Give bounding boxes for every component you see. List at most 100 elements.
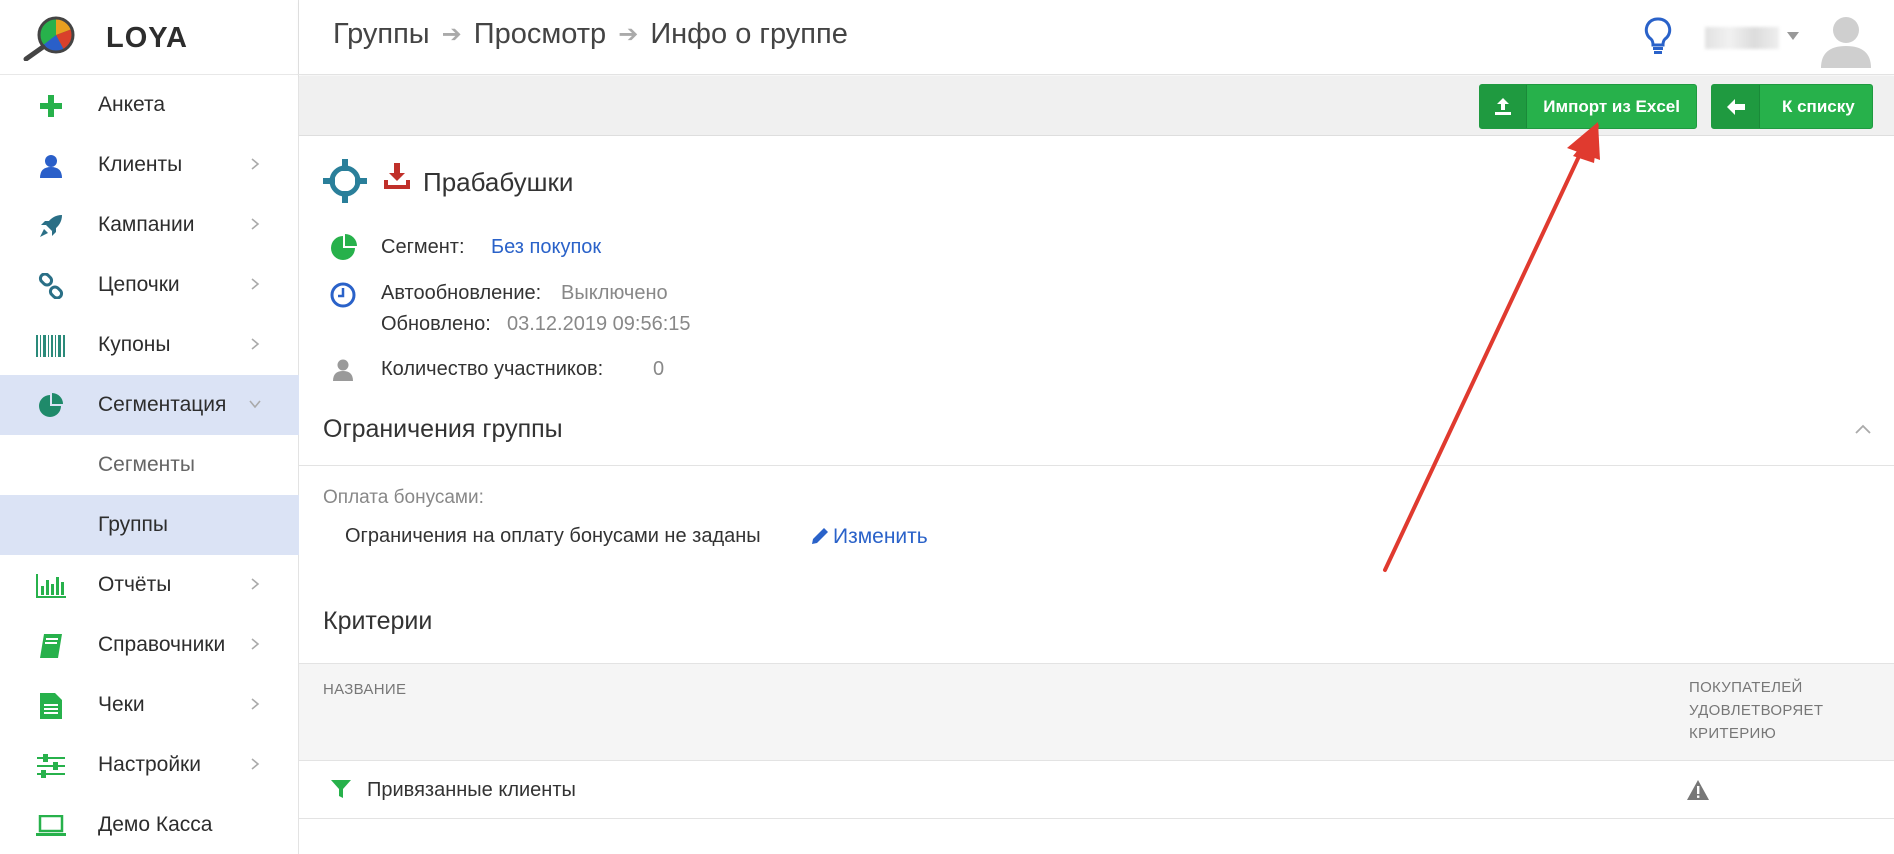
group-name: Прабабушки (423, 167, 574, 197)
logo-text: LOYA (106, 22, 188, 54)
column-header-name[interactable]: НАЗВАНИЕ (323, 678, 406, 701)
sidebar-item-label: Кампании (98, 213, 195, 236)
sidebar-item-reports[interactable]: Отчёты (0, 555, 299, 615)
edit-label: Изменить (833, 525, 928, 548)
user-icon (36, 153, 66, 179)
toolbar: Импорт из Excel К списку (299, 76, 1894, 136)
pencil-icon (812, 528, 828, 544)
caret-down-icon[interactable] (1787, 32, 1799, 40)
sidebar-item-clients[interactable]: Клиенты (0, 135, 299, 195)
chevron-up-icon[interactable] (1854, 423, 1872, 435)
logo-icon (23, 16, 75, 61)
sidebar-item-label: Анкета (98, 93, 166, 116)
breadcrumb: Группы ➔ Просмотр ➔ Инфо о группе (333, 18, 848, 51)
members-label: Количество участников: (381, 358, 604, 380)
user-icon (333, 359, 353, 381)
chevron-right-icon (251, 158, 260, 170)
column-header-buyers[interactable]: ПОКУПАТЕЛЕЙ УДОВЛЕТВОРЯЕТ КРИТЕРИЮ (1689, 676, 1823, 745)
column-header-buyers-line: УДОВЛЕТВОРЯЕТ (1689, 702, 1824, 719)
autoupdate-label: Автообновление: (381, 282, 542, 304)
sidebar-item-demo-pos[interactable]: Демо Касса (0, 795, 299, 854)
sliders-icon (36, 753, 66, 779)
chevron-right-icon (251, 338, 260, 350)
plus-icon (36, 93, 66, 119)
sidebar-item-label: Цепочки (98, 273, 180, 296)
sidebar-item-anketa[interactable]: Анкета (0, 75, 299, 135)
criterion-name: Привязанные клиенты (367, 779, 576, 801)
criteria-title: Критерии (323, 607, 433, 635)
sidebar-item-settings[interactable]: Настройки (0, 735, 299, 795)
chevron-right-icon (251, 638, 260, 650)
segment-link[interactable]: Без покупок (491, 236, 601, 259)
rocket-icon (36, 213, 66, 239)
members-value: 0 (653, 358, 665, 380)
sidebar-item-label: Сегментация (98, 393, 227, 416)
bonus-label: Оплата бонусами: (323, 487, 484, 508)
sidebar-item-coupons[interactable]: Купоны (0, 315, 299, 375)
pie-chart-icon (36, 393, 66, 419)
book-icon (36, 633, 66, 659)
download-icon[interactable] (383, 163, 411, 191)
sidebar-item-label: Демо Касса (98, 813, 213, 836)
bar-chart-icon (36, 573, 66, 599)
chevron-right-icon (251, 578, 260, 590)
arrow-right-icon: ➔ (441, 21, 462, 48)
pie-chart-icon (331, 234, 357, 260)
user-name-blurred[interactable] (1705, 27, 1779, 49)
edit-restrictions-link[interactable]: Изменить (811, 525, 928, 549)
app: LOYA Анкета Клиенты Кампании Цепочки Куп… (0, 0, 1894, 854)
divider (299, 465, 1894, 466)
autoupdate-value: Выключено (561, 282, 668, 304)
chevron-right-icon (251, 758, 260, 770)
logo[interactable]: LOYA (0, 0, 299, 75)
sidebar-item-label: Группы (98, 513, 168, 536)
main-content: Прабабушки Сегмент: Без покупок Автообно… (299, 137, 1894, 854)
column-header-buyers-line: КРИТЕРИЮ (1689, 725, 1777, 742)
barcode-icon (36, 333, 66, 359)
import-excel-label: Импорт из Excel (1543, 96, 1680, 116)
breadcrumb-group-info: Инфо о группе (650, 18, 848, 50)
filter-icon (331, 780, 351, 798)
warning-icon (1687, 780, 1709, 800)
lightbulb-icon[interactable] (1643, 16, 1673, 56)
breadcrumb-groups[interactable]: Группы (333, 18, 430, 51)
criteria-table-header: НАЗВАНИЕ ПОКУПАТЕЛЕЙ УДОВЛЕТВОРЯЕТ КРИТЕ… (299, 663, 1894, 761)
sidebar-item-label: Отчёты (98, 573, 172, 596)
laptop-icon (36, 813, 66, 839)
chevron-down-icon (249, 400, 261, 409)
arrow-right-icon: ➔ (618, 21, 639, 48)
members-row: Количество участников: 0 (323, 355, 923, 385)
sidebar: LOYA Анкета Клиенты Кампании Цепочки Куп… (0, 0, 299, 854)
bonus-restrictions-text: Ограничения на оплату бонусами не заданы (345, 525, 761, 547)
restrictions-section-header[interactable]: Ограничения группы (299, 405, 1894, 465)
restrictions-title: Ограничения группы (323, 415, 563, 443)
sidebar-item-label: Чеки (98, 693, 145, 716)
avatar[interactable] (1817, 10, 1875, 68)
sidebar-item-label: Клиенты (98, 153, 183, 176)
top-header: Группы ➔ Просмотр ➔ Инфо о группе (299, 0, 1894, 75)
chevron-right-icon (251, 218, 260, 230)
clock-icon (330, 282, 356, 308)
updated-value: 03.12.2019 09:56:15 (507, 313, 691, 335)
upload-icon (1480, 85, 1528, 128)
sidebar-item-campaigns[interactable]: Кампании (0, 195, 299, 255)
column-header-buyers-line: ПОКУПАТЕЛЕЙ (1689, 679, 1803, 696)
sidebar-item-label: Купоны (98, 333, 171, 356)
sidebar-subitem-segments[interactable]: Сегменты (0, 435, 299, 495)
sidebar-item-segmentation[interactable]: Сегментация (0, 375, 299, 435)
breadcrumb-view[interactable]: Просмотр (474, 18, 606, 51)
autoupdate-row: Автообновление: Выключено Обновлено: 03.… (323, 279, 923, 343)
sidebar-nav: Анкета Клиенты Кампании Цепочки Купоны С… (0, 75, 299, 854)
sidebar-item-chains[interactable]: Цепочки (0, 255, 299, 315)
sidebar-item-directories[interactable]: Справочники (0, 615, 299, 675)
import-excel-button[interactable]: Импорт из Excel (1479, 84, 1697, 129)
sidebar-item-receipts[interactable]: Чеки (0, 675, 299, 735)
table-row[interactable]: Привязанные клиенты (299, 761, 1894, 819)
sidebar-subitem-groups[interactable]: Группы (0, 495, 299, 555)
back-to-list-button[interactable]: К списку (1711, 84, 1873, 129)
group-header: Прабабушки (323, 159, 923, 209)
target-icon (323, 159, 367, 203)
segment-label: Сегмент: (381, 236, 465, 258)
updated-label: Обновлено: (381, 313, 491, 335)
chevron-right-icon (251, 698, 260, 710)
